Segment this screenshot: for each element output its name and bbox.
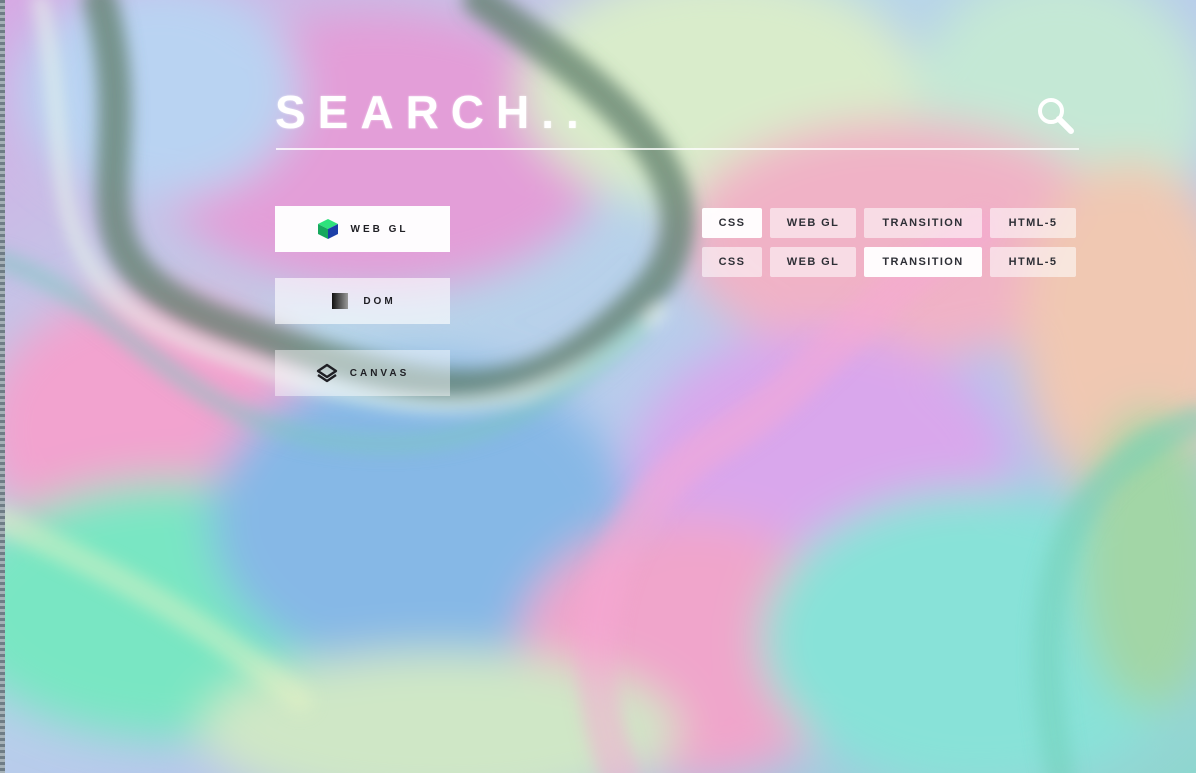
tag-webgl[interactable]: WEB GL: [770, 247, 856, 277]
tag-html5[interactable]: HTML-5: [990, 208, 1076, 238]
tag-html5[interactable]: HTML-5: [990, 247, 1076, 277]
category-label: WEB GL: [350, 223, 409, 235]
category-button-dom[interactable]: DOM: [275, 278, 450, 324]
tag-css[interactable]: CSS: [702, 208, 762, 238]
left-border-strip: [0, 0, 5, 773]
category-label: DOM: [363, 295, 396, 307]
tag-transition[interactable]: TRANSITION: [864, 247, 982, 277]
search-icon[interactable]: [1035, 95, 1077, 137]
category-button-canvas[interactable]: CANVAS: [275, 350, 450, 396]
tag-webgl[interactable]: WEB GL: [770, 208, 856, 238]
tag-css[interactable]: CSS: [702, 247, 762, 277]
tag-row: CSS WEB GL TRANSITION HTML-5: [702, 247, 1076, 277]
holographic-background: [0, 0, 1196, 773]
cube-icon: [317, 218, 339, 240]
category-label: CANVAS: [349, 367, 410, 379]
category-button-webgl[interactable]: WEB GL: [275, 206, 450, 252]
search-underline: [276, 148, 1079, 150]
layers-icon: [316, 362, 338, 384]
search-input[interactable]: SEARCH..: [275, 86, 591, 138]
tag-transition[interactable]: TRANSITION: [864, 208, 982, 238]
gradient-square-icon: [329, 290, 351, 312]
tag-row: CSS WEB GL TRANSITION HTML-5: [702, 208, 1076, 238]
